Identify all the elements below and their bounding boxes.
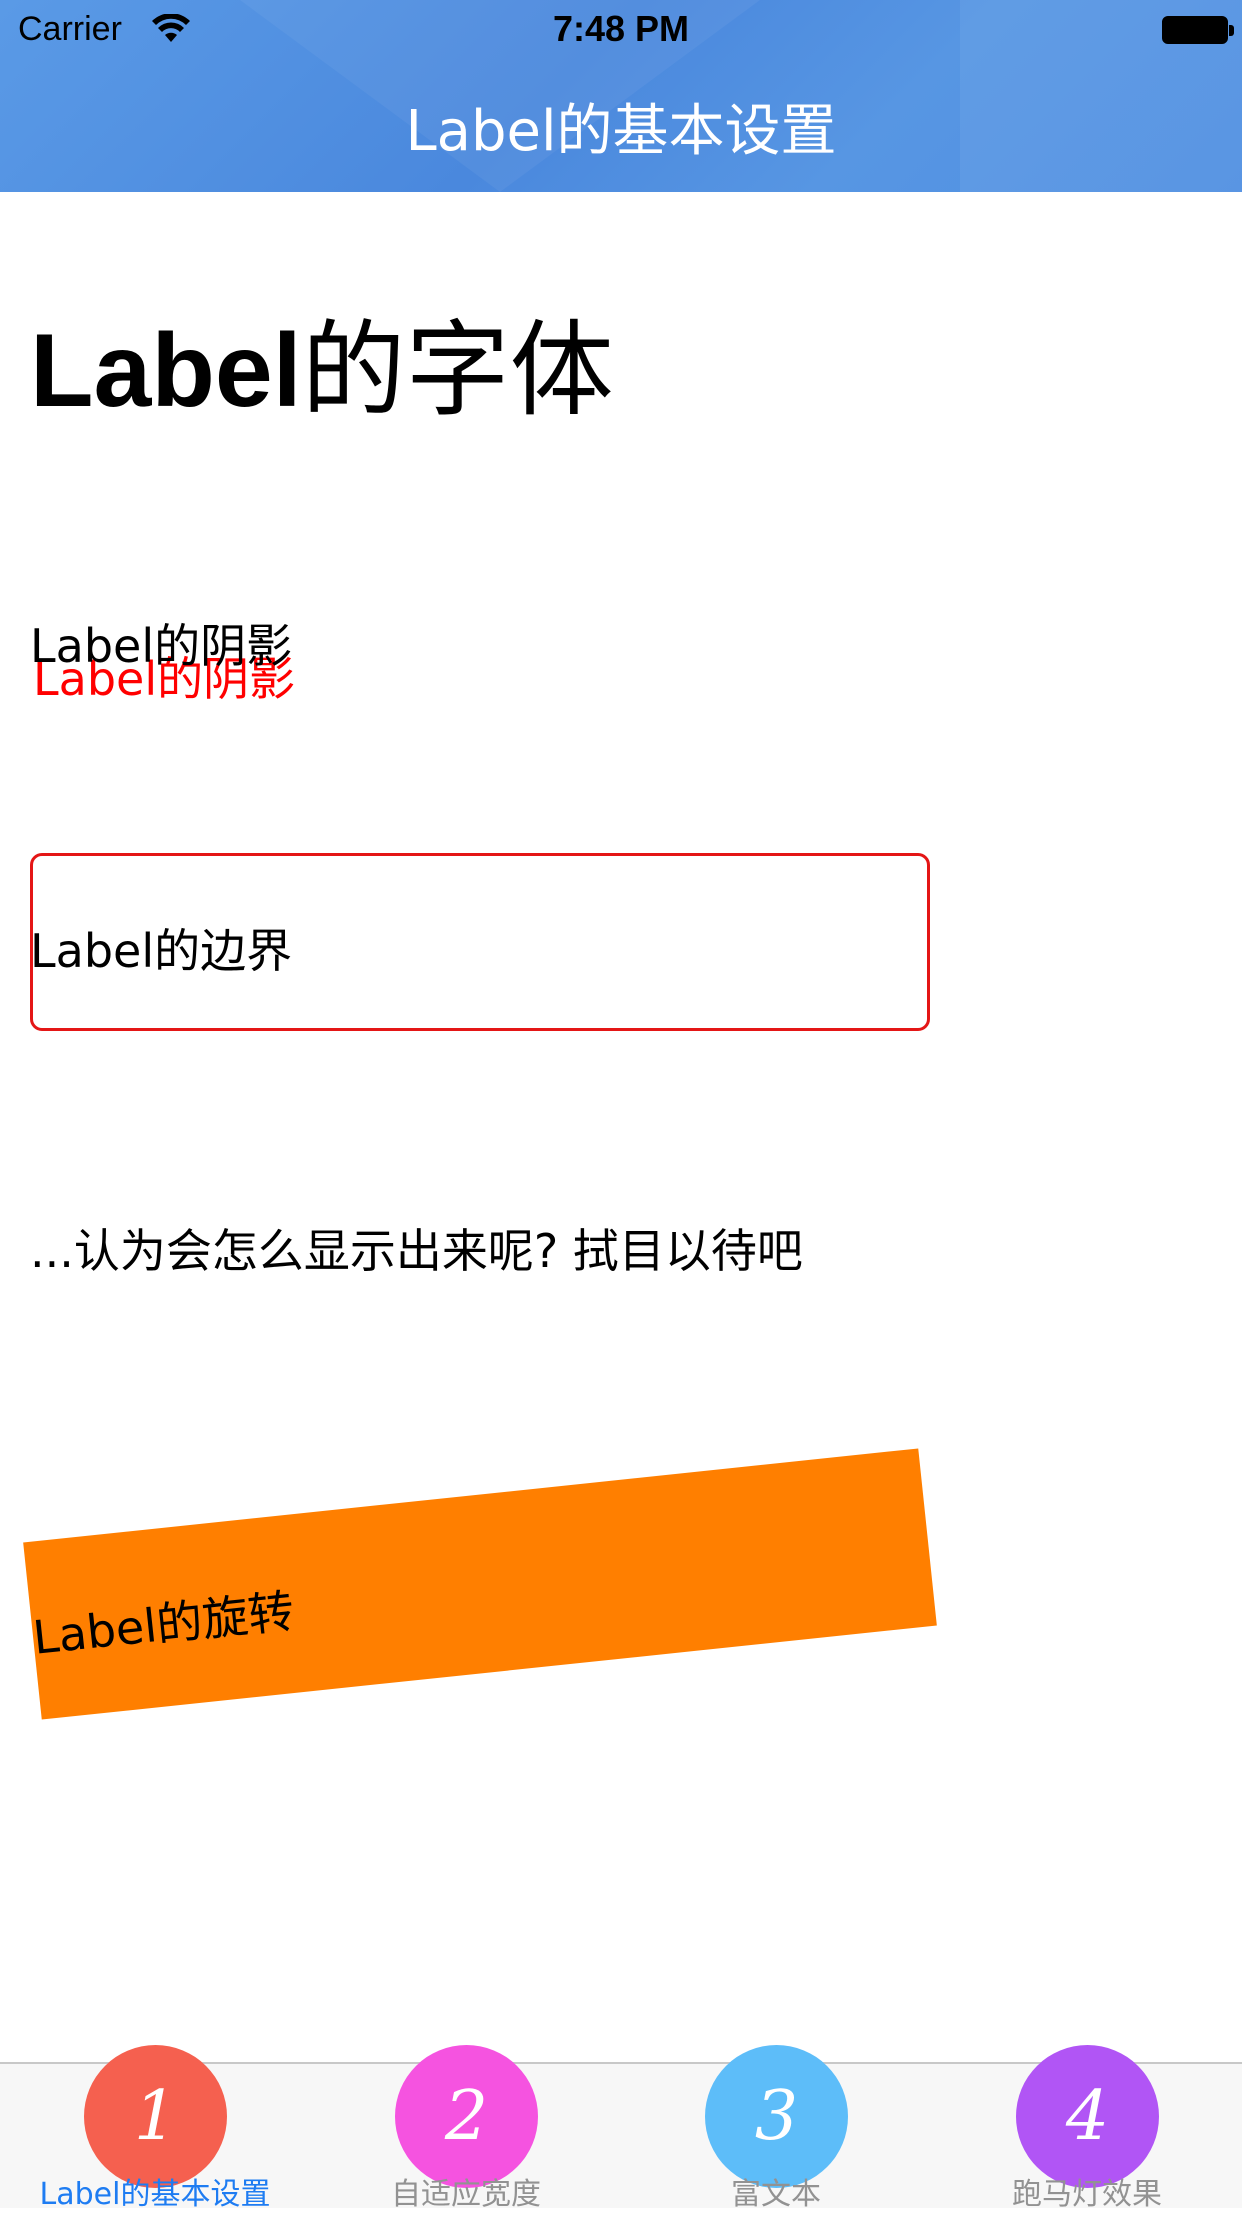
tab-label: 富文本 [731, 2177, 821, 2212]
tab-label: 跑马灯效果 [1012, 2177, 1162, 2212]
tab-marquee[interactable]: 4 跑马灯效果 [932, 2045, 1242, 2212]
border-label: Label的边界 [30, 924, 293, 978]
status-time: 7:48 PM [552, 8, 690, 49]
shadow-label: Label的阴影 [30, 619, 293, 673]
status-bar: Carrier 7:48 PM [0, 0, 1242, 62]
page-title: Label的基本设置 [405, 99, 837, 164]
truncated-label: ...认为会怎么显示出来呢? 拭目以待吧 [30, 1224, 803, 1278]
font-label: Label的字体 [30, 285, 614, 436]
rotated-label: Label的旋转 [23, 1448, 937, 1720]
rotate-label-text: Label的旋转 [30, 1583, 297, 1665]
font-label-cjk: 的字体 [301, 309, 614, 431]
tab-number-1-icon: 1 [84, 2045, 227, 2188]
tab-auto-width[interactable]: 2 自适应宽度 [311, 2045, 621, 2212]
tab-number-3-icon: 3 [705, 2045, 848, 2188]
tab-label: Label的基本设置 [39, 2177, 271, 2212]
font-label-latin: Label [30, 313, 302, 429]
tab-label: 自适应宽度 [391, 2177, 541, 2212]
tab-rich-text[interactable]: 3 富文本 [621, 2045, 931, 2212]
navigation-bar: Carrier 7:48 PM Label的基本设置 [0, 0, 1242, 192]
tab-number-4-icon: 4 [1016, 2045, 1159, 2188]
battery-icon [1162, 16, 1234, 44]
tab-number-2-icon: 2 [395, 2045, 538, 2188]
tab-label-basic[interactable]: 1 Label的基本设置 [0, 2045, 310, 2212]
